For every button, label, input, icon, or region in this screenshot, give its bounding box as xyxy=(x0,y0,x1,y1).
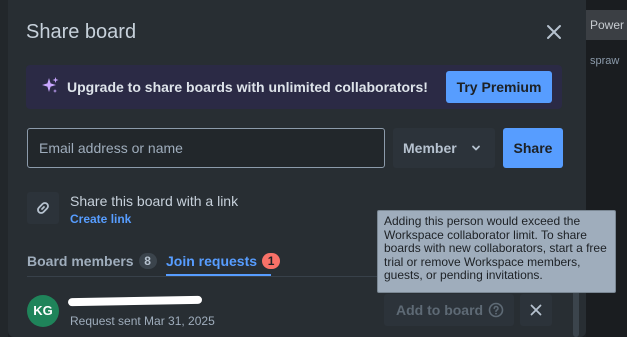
request-date: Request sent Mar 31, 2025 xyxy=(70,314,215,328)
collaborator-limit-tooltip: Adding this person would exceed the Work… xyxy=(377,210,616,293)
add-to-board-label: Add to board xyxy=(396,302,484,318)
tab-label: Join requests xyxy=(166,253,258,269)
request-count-badge: 1 xyxy=(262,253,281,269)
background-text: spraw xyxy=(590,55,620,67)
share-link-title: Share this board with a link xyxy=(70,193,239,209)
email-or-name-input[interactable] xyxy=(27,128,385,168)
chevron-down-icon xyxy=(472,145,480,151)
scrollbar[interactable] xyxy=(573,286,579,337)
active-tab-indicator xyxy=(166,274,271,276)
role-select[interactable]: Member xyxy=(393,128,495,168)
close-icon xyxy=(547,25,561,39)
link-icon xyxy=(37,202,49,214)
background-page-left xyxy=(0,0,8,337)
avatar: KG xyxy=(27,295,59,327)
member-count-badge: 8 xyxy=(138,253,157,269)
close-button[interactable] xyxy=(540,18,568,46)
share-link-tile xyxy=(27,192,59,224)
tab-label: Board members xyxy=(27,253,134,269)
close-icon xyxy=(530,304,542,316)
role-select-value: Member xyxy=(403,140,457,156)
tab-board-members[interactable]: Board members 8 xyxy=(27,253,157,269)
background-power-ups-button[interactable]: Power xyxy=(586,10,627,40)
upgrade-banner: Upgrade to share boards with unlimited c… xyxy=(26,65,562,109)
dialog-title: Share board xyxy=(26,21,137,43)
help-circle-icon xyxy=(488,302,504,318)
upgrade-message: Upgrade to share boards with unlimited c… xyxy=(67,79,428,95)
share-button[interactable]: Share xyxy=(503,128,563,168)
redacted-name xyxy=(67,295,203,307)
create-link-button[interactable]: Create link xyxy=(70,212,131,226)
add-to-board-button[interactable]: Add to board xyxy=(384,294,514,326)
remove-request-button[interactable] xyxy=(520,294,552,326)
sparkle-icon xyxy=(42,77,59,93)
try-premium-button[interactable]: Try Premium xyxy=(446,71,552,103)
tab-join-requests[interactable]: Join requests 1 xyxy=(166,253,281,269)
